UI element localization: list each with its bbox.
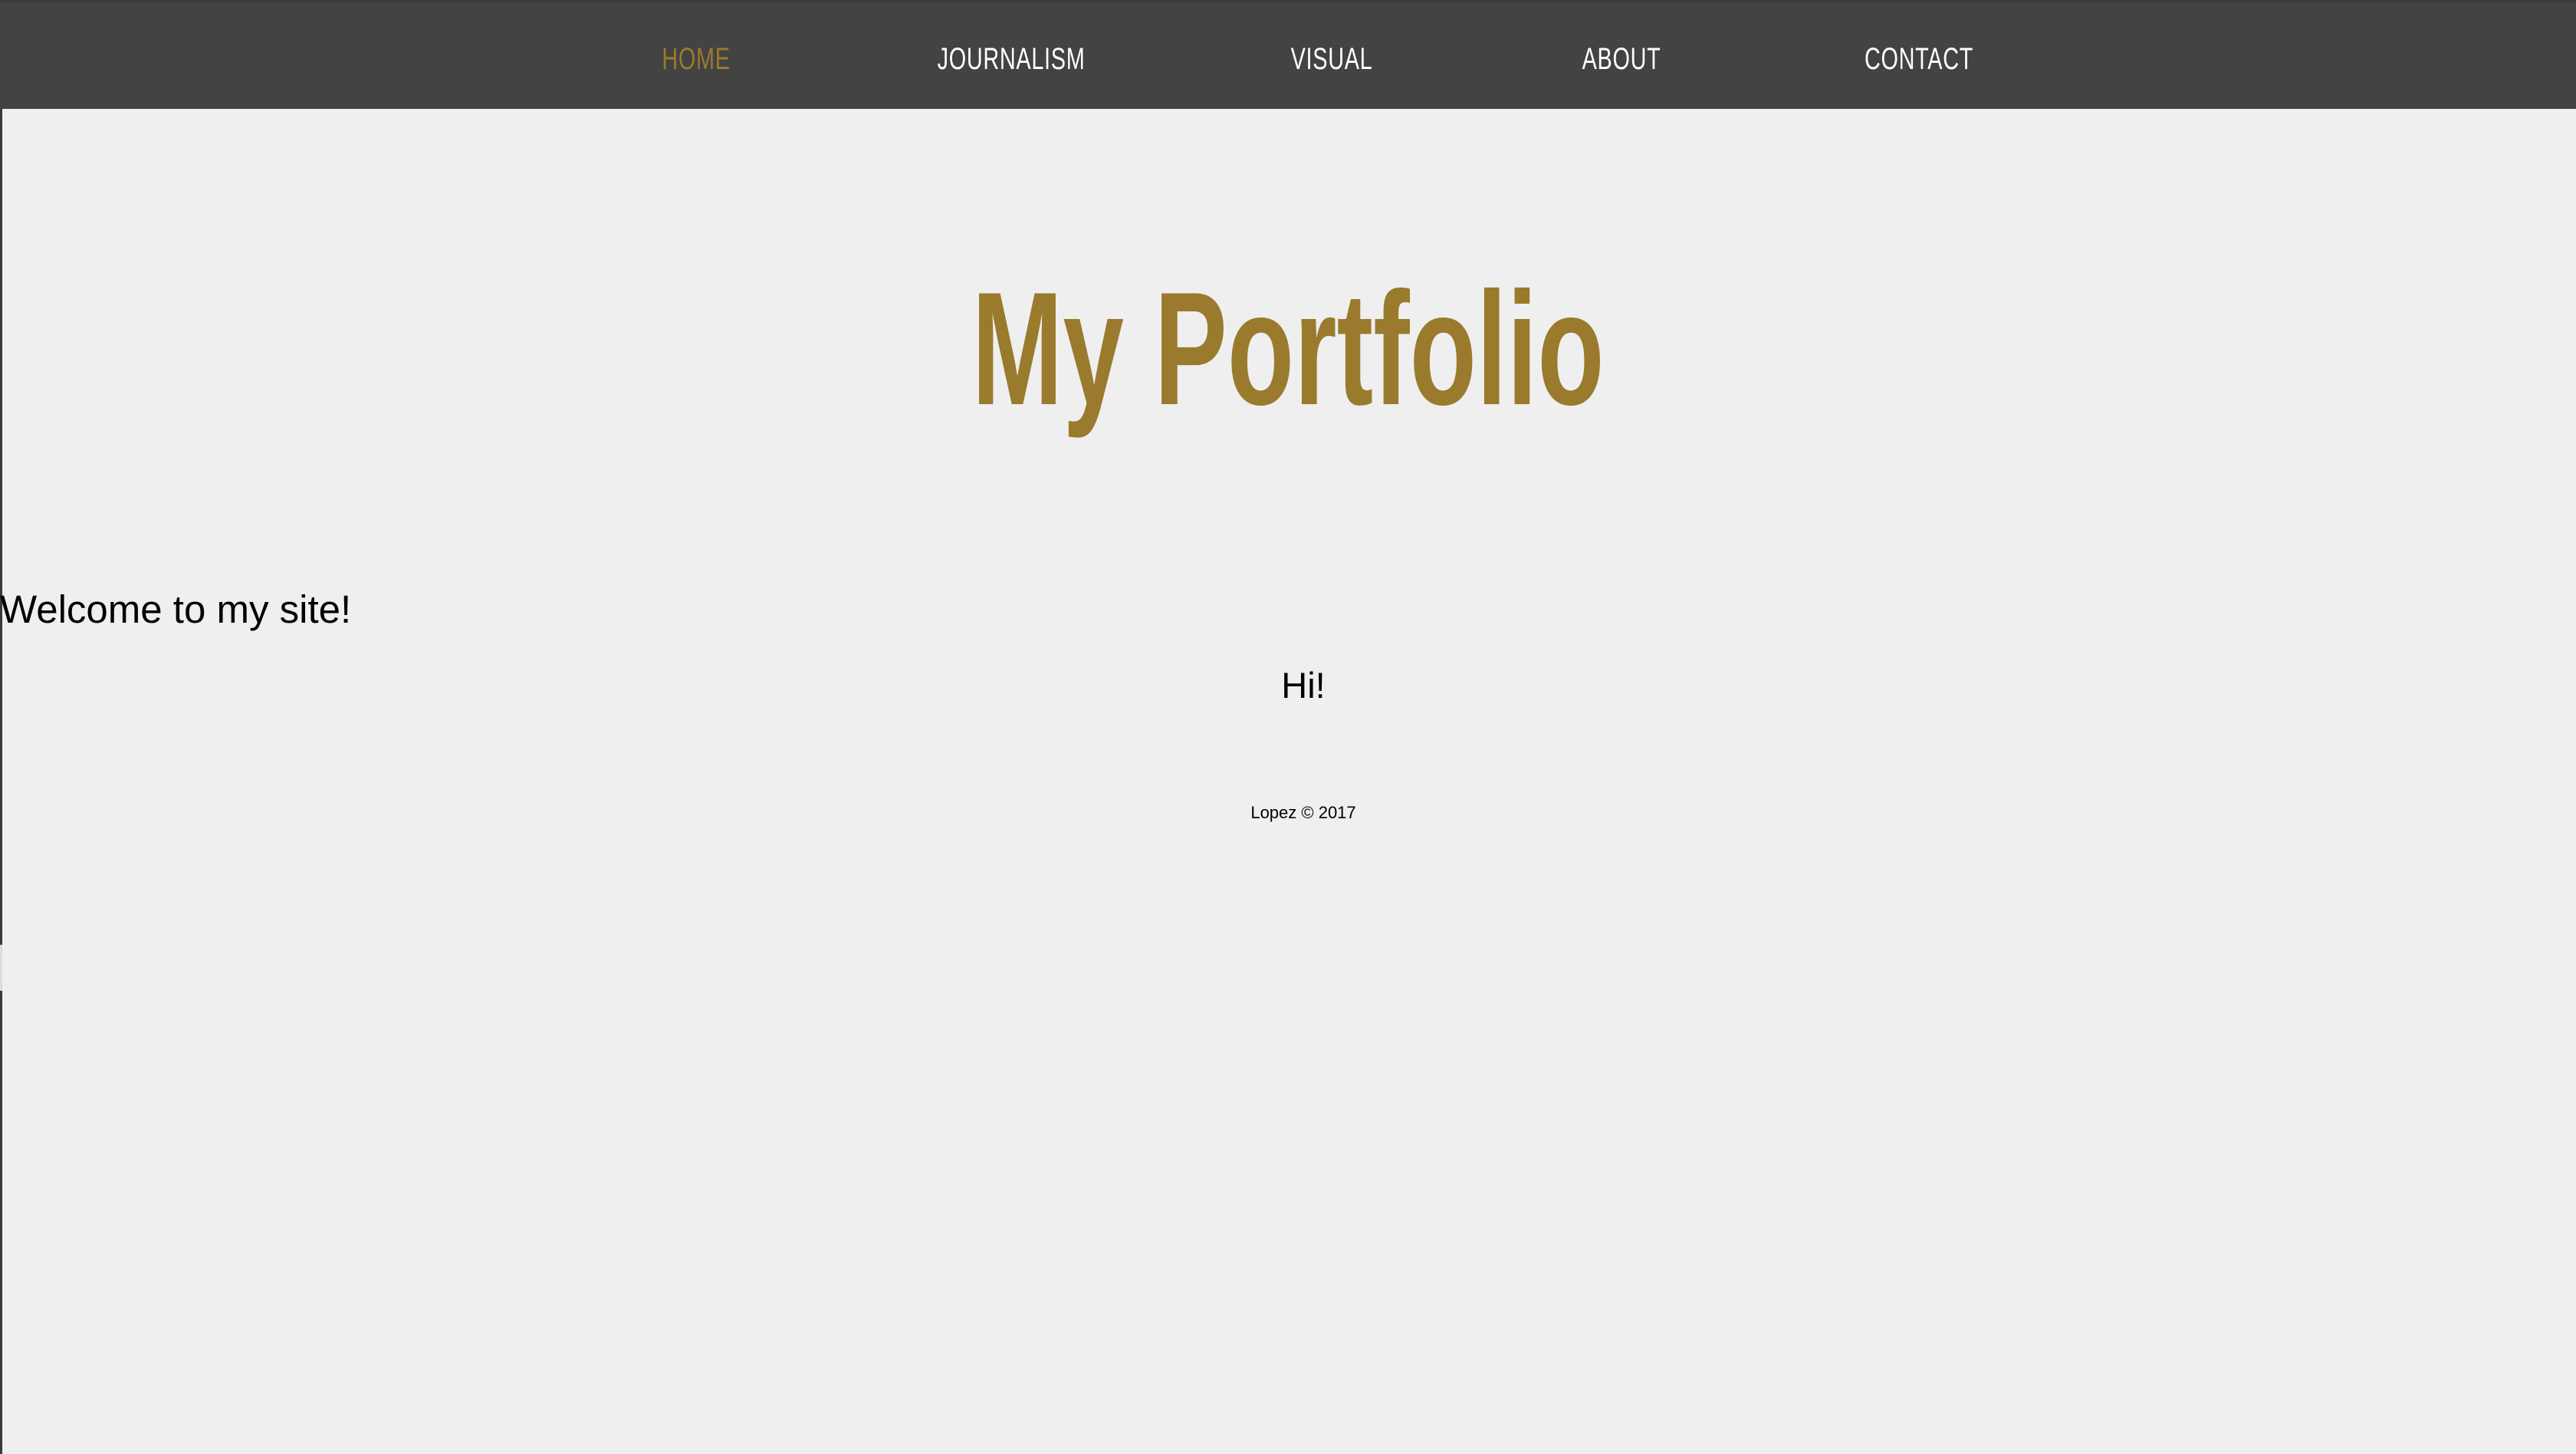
window-left-edge (0, 0, 2, 1454)
nav-item-contact[interactable]: CONTACT (1865, 41, 1973, 77)
scroll-indicator (0, 945, 2, 991)
nav-item-visual[interactable]: VISUAL (1291, 41, 1373, 77)
nav-item-about[interactable]: ABOUT (1582, 41, 1661, 77)
footer-copyright: Lopez © 2017 (1250, 803, 1356, 822)
welcome-heading: Welcome to my site! (0, 587, 352, 631)
page-title: My Portfolio (971, 258, 1605, 439)
top-navigation-bar: HOME JOURNALISM VISUAL ABOUT CONTACT (0, 0, 2576, 109)
greeting-text: Hi! (1281, 665, 1326, 706)
nav-item-home[interactable]: HOME (662, 41, 730, 77)
nav-item-journalism[interactable]: JOURNALISM (938, 41, 1086, 77)
